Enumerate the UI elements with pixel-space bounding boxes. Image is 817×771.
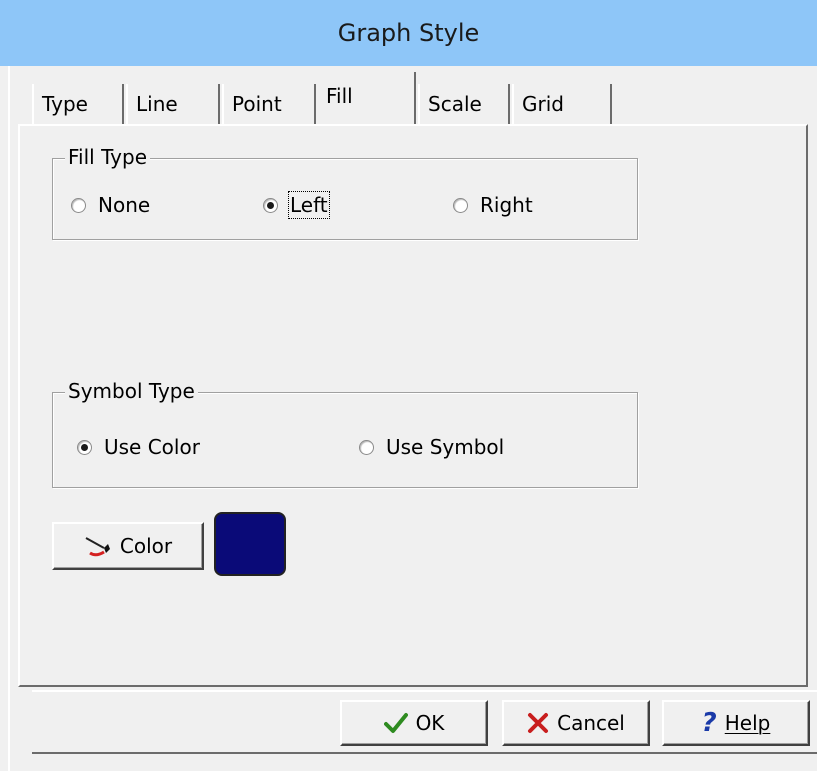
- symbol-type-title: Symbol Type: [65, 379, 198, 403]
- use-color-label: Use Color: [104, 435, 200, 459]
- tab-point[interactable]: Point: [222, 84, 316, 124]
- paint-brush-icon: [85, 537, 110, 557]
- title-bar: Graph Style: [0, 0, 817, 66]
- tab-scale-label: Scale: [428, 92, 482, 116]
- tab-type[interactable]: Type: [32, 84, 124, 124]
- window-edge: [8, 66, 10, 771]
- fill-right-label: Right: [480, 193, 533, 217]
- tab-line[interactable]: Line: [126, 84, 220, 124]
- fill-none-radio[interactable]: None: [71, 193, 150, 217]
- fill-none-label: None: [98, 193, 151, 217]
- fill-right-radio[interactable]: Right: [453, 193, 533, 217]
- radio-button-selected-icon: [77, 439, 92, 455]
- button-bar-divider: [32, 752, 817, 754]
- tab-grid[interactable]: Grid: [512, 84, 612, 124]
- ok-button[interactable]: OK: [340, 700, 488, 746]
- use-color-radio[interactable]: Use Color: [77, 435, 200, 459]
- tab-fill-label: Fill: [326, 84, 353, 108]
- fill-type-group: Fill Type None Left Right: [52, 145, 638, 240]
- fill-left-label: Left: [288, 191, 330, 219]
- checkmark-icon: [383, 713, 408, 733]
- color-button-label: Color: [119, 534, 173, 558]
- use-symbol-label: Use Symbol: [386, 435, 505, 459]
- tab-scale[interactable]: Scale: [418, 84, 510, 124]
- radio-button-icon: [359, 439, 374, 455]
- cancel-button[interactable]: Cancel: [502, 700, 650, 746]
- radio-button-selected-icon: [263, 197, 278, 213]
- fill-left-radio[interactable]: Left: [263, 191, 330, 219]
- x-icon: [528, 713, 549, 733]
- window-title: Graph Style: [337, 19, 480, 47]
- fill-type-title: Fill Type: [65, 145, 151, 169]
- tab-line-label: Line: [136, 92, 178, 116]
- radio-button-icon: [453, 197, 468, 213]
- help-button-label: Help: [724, 711, 771, 735]
- fill-tab-panel: Fill Type None Left Right Symbol Type Us…: [18, 124, 808, 687]
- tab-type-label: Type: [42, 92, 88, 116]
- tab-strip: Type Line Point Fill Scale Grid: [0, 66, 800, 126]
- symbol-type-group: Symbol Type Use Color Use Symbol: [52, 379, 638, 488]
- question-icon: ?: [701, 708, 717, 738]
- cancel-button-label: Cancel: [557, 711, 625, 735]
- radio-button-icon: [71, 197, 86, 213]
- tab-grid-label: Grid: [522, 92, 564, 116]
- use-symbol-radio[interactable]: Use Symbol: [359, 435, 504, 459]
- help-button[interactable]: ? Help: [662, 700, 810, 746]
- tab-fill[interactable]: Fill: [318, 72, 416, 126]
- tab-point-label: Point: [232, 92, 282, 116]
- color-swatch[interactable]: [214, 512, 286, 576]
- ok-button-label: OK: [415, 711, 445, 735]
- color-button[interactable]: Color: [52, 522, 204, 570]
